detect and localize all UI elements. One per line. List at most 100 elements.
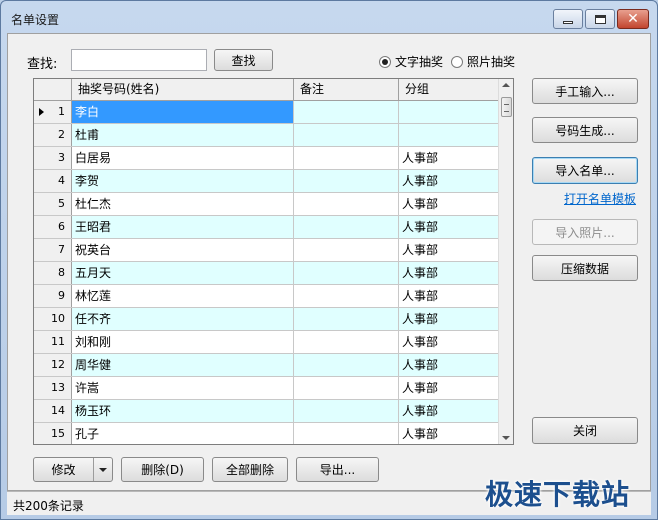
cell-name[interactable]: 许嵩	[72, 377, 294, 399]
cell-name[interactable]: 刘和刚	[72, 331, 294, 353]
title-bar[interactable]: 名单设置 ✕	[1, 1, 657, 35]
cell-name[interactable]: 任不齐	[72, 308, 294, 330]
table-row[interactable]: 6 王昭君 人事部	[34, 216, 499, 239]
table-row[interactable]: 14 杨玉环 人事部	[34, 400, 499, 423]
cell-group[interactable]: 人事部	[399, 216, 499, 238]
row-header[interactable]: 6	[34, 216, 72, 238]
cell-remark[interactable]	[294, 147, 399, 169]
search-button[interactable]: 查找	[214, 49, 273, 71]
cell-group[interactable]: 人事部	[399, 377, 499, 399]
cell-group[interactable]: 人事部	[399, 170, 499, 192]
cell-group[interactable]: 人事部	[399, 331, 499, 353]
cell-group[interactable]: 人事部	[399, 239, 499, 261]
cell-name[interactable]: 杨玉环	[72, 400, 294, 422]
cell-remark[interactable]	[294, 239, 399, 261]
cell-name[interactable]: 杜甫	[72, 124, 294, 146]
modify-dropdown[interactable]	[94, 458, 112, 481]
cell-group[interactable]	[399, 101, 499, 123]
table-row[interactable]: 1 李白	[34, 101, 499, 124]
radio-photo-draw[interactable]	[451, 55, 463, 68]
table-row[interactable]: 8 五月天 人事部	[34, 262, 499, 285]
close-window-button[interactable]: ✕	[617, 9, 649, 29]
scrollbar-thumb[interactable]	[501, 97, 512, 117]
row-header[interactable]: 5	[34, 193, 72, 215]
row-header[interactable]: 3	[34, 147, 72, 169]
row-header[interactable]: 13	[34, 377, 72, 399]
table-row[interactable]: 4 李贺 人事部	[34, 170, 499, 193]
table-row[interactable]: 10 任不齐 人事部	[34, 308, 499, 331]
import-list-button[interactable]: 导入名单...	[532, 157, 638, 184]
table-row[interactable]: 12 周华健 人事部	[34, 354, 499, 377]
mode-option-text[interactable]: 文字抽奖	[379, 53, 443, 70]
compress-data-button[interactable]: 压缩数据	[532, 255, 638, 281]
modify-button[interactable]: 修改	[34, 458, 94, 481]
cell-name[interactable]: 李白	[72, 101, 294, 123]
generate-numbers-button[interactable]: 号码生成...	[532, 117, 638, 143]
cell-group[interactable]	[399, 124, 499, 146]
delete-button[interactable]: 删除(D)	[121, 457, 204, 482]
search-input[interactable]	[71, 49, 207, 71]
row-header[interactable]: 8	[34, 262, 72, 284]
table-row[interactable]: 13 许嵩 人事部	[34, 377, 499, 400]
cell-name[interactable]: 五月天	[72, 262, 294, 284]
cell-group[interactable]: 人事部	[399, 354, 499, 376]
import-photos-button[interactable]: 导入照片...	[532, 219, 638, 245]
table-row[interactable]: 2 杜甫	[34, 124, 499, 147]
cell-group[interactable]: 人事部	[399, 147, 499, 169]
cell-remark[interactable]	[294, 400, 399, 422]
cell-group[interactable]: 人事部	[399, 308, 499, 330]
table-row[interactable]: 3 白居易 人事部	[34, 147, 499, 170]
cell-name[interactable]: 林忆莲	[72, 285, 294, 307]
cell-name[interactable]: 白居易	[72, 147, 294, 169]
cell-name[interactable]: 李贺	[72, 170, 294, 192]
cell-name[interactable]: 王昭君	[72, 216, 294, 238]
grid-vertical-scrollbar[interactable]	[498, 79, 513, 444]
export-button[interactable]: 导出...	[296, 457, 379, 482]
cell-remark[interactable]	[294, 101, 399, 123]
mode-option-photo[interactable]: 照片抽奖	[451, 53, 515, 70]
column-header-remark[interactable]: 备注	[294, 79, 399, 101]
column-header-name[interactable]: 抽奖号码(姓名)	[72, 79, 294, 101]
minimize-button[interactable]	[553, 9, 583, 29]
cell-name[interactable]: 祝英台	[72, 239, 294, 261]
row-header[interactable]: 15	[34, 423, 72, 444]
cell-remark[interactable]	[294, 377, 399, 399]
delete-all-button[interactable]: 全部删除	[212, 457, 288, 482]
cell-remark[interactable]	[294, 262, 399, 284]
cell-group[interactable]: 人事部	[399, 262, 499, 284]
row-header[interactable]: 12	[34, 354, 72, 376]
table-row[interactable]: 15 孔子 人事部	[34, 423, 499, 444]
modify-split-button[interactable]: 修改	[33, 457, 113, 482]
name-list-grid[interactable]: 抽奖号码(姓名) 备注 分组 1 李白 2 杜甫 3 白居易 人事部 4 李贺 …	[33, 78, 514, 445]
close-button[interactable]: 关闭	[532, 417, 638, 444]
scroll-down-icon[interactable]	[502, 436, 510, 440]
cell-name[interactable]: 杜仁杰	[72, 193, 294, 215]
cell-remark[interactable]	[294, 285, 399, 307]
row-header[interactable]: 11	[34, 331, 72, 353]
row-header[interactable]: 9	[34, 285, 72, 307]
table-row[interactable]: 7 祝英台 人事部	[34, 239, 499, 262]
cell-group[interactable]: 人事部	[399, 400, 499, 422]
table-row[interactable]: 5 杜仁杰 人事部	[34, 193, 499, 216]
cell-name[interactable]: 孔子	[72, 423, 294, 444]
cell-group[interactable]: 人事部	[399, 285, 499, 307]
cell-remark[interactable]	[294, 193, 399, 215]
cell-remark[interactable]	[294, 308, 399, 330]
manual-input-button[interactable]: 手工输入...	[532, 78, 638, 104]
cell-remark[interactable]	[294, 216, 399, 238]
maximize-button[interactable]	[585, 9, 615, 29]
cell-remark[interactable]	[294, 124, 399, 146]
row-header[interactable]: 7	[34, 239, 72, 261]
row-header[interactable]: 10	[34, 308, 72, 330]
cell-remark[interactable]	[294, 170, 399, 192]
open-template-link[interactable]: 打开名单模板	[564, 190, 636, 207]
row-header[interactable]: 1	[34, 101, 72, 123]
cell-group[interactable]: 人事部	[399, 193, 499, 215]
row-header[interactable]: 2	[34, 124, 72, 146]
cell-name[interactable]: 周华健	[72, 354, 294, 376]
row-header[interactable]: 14	[34, 400, 72, 422]
cell-group[interactable]: 人事部	[399, 423, 499, 444]
cell-remark[interactable]	[294, 423, 399, 444]
row-header[interactable]: 4	[34, 170, 72, 192]
radio-text-draw[interactable]	[379, 55, 391, 68]
